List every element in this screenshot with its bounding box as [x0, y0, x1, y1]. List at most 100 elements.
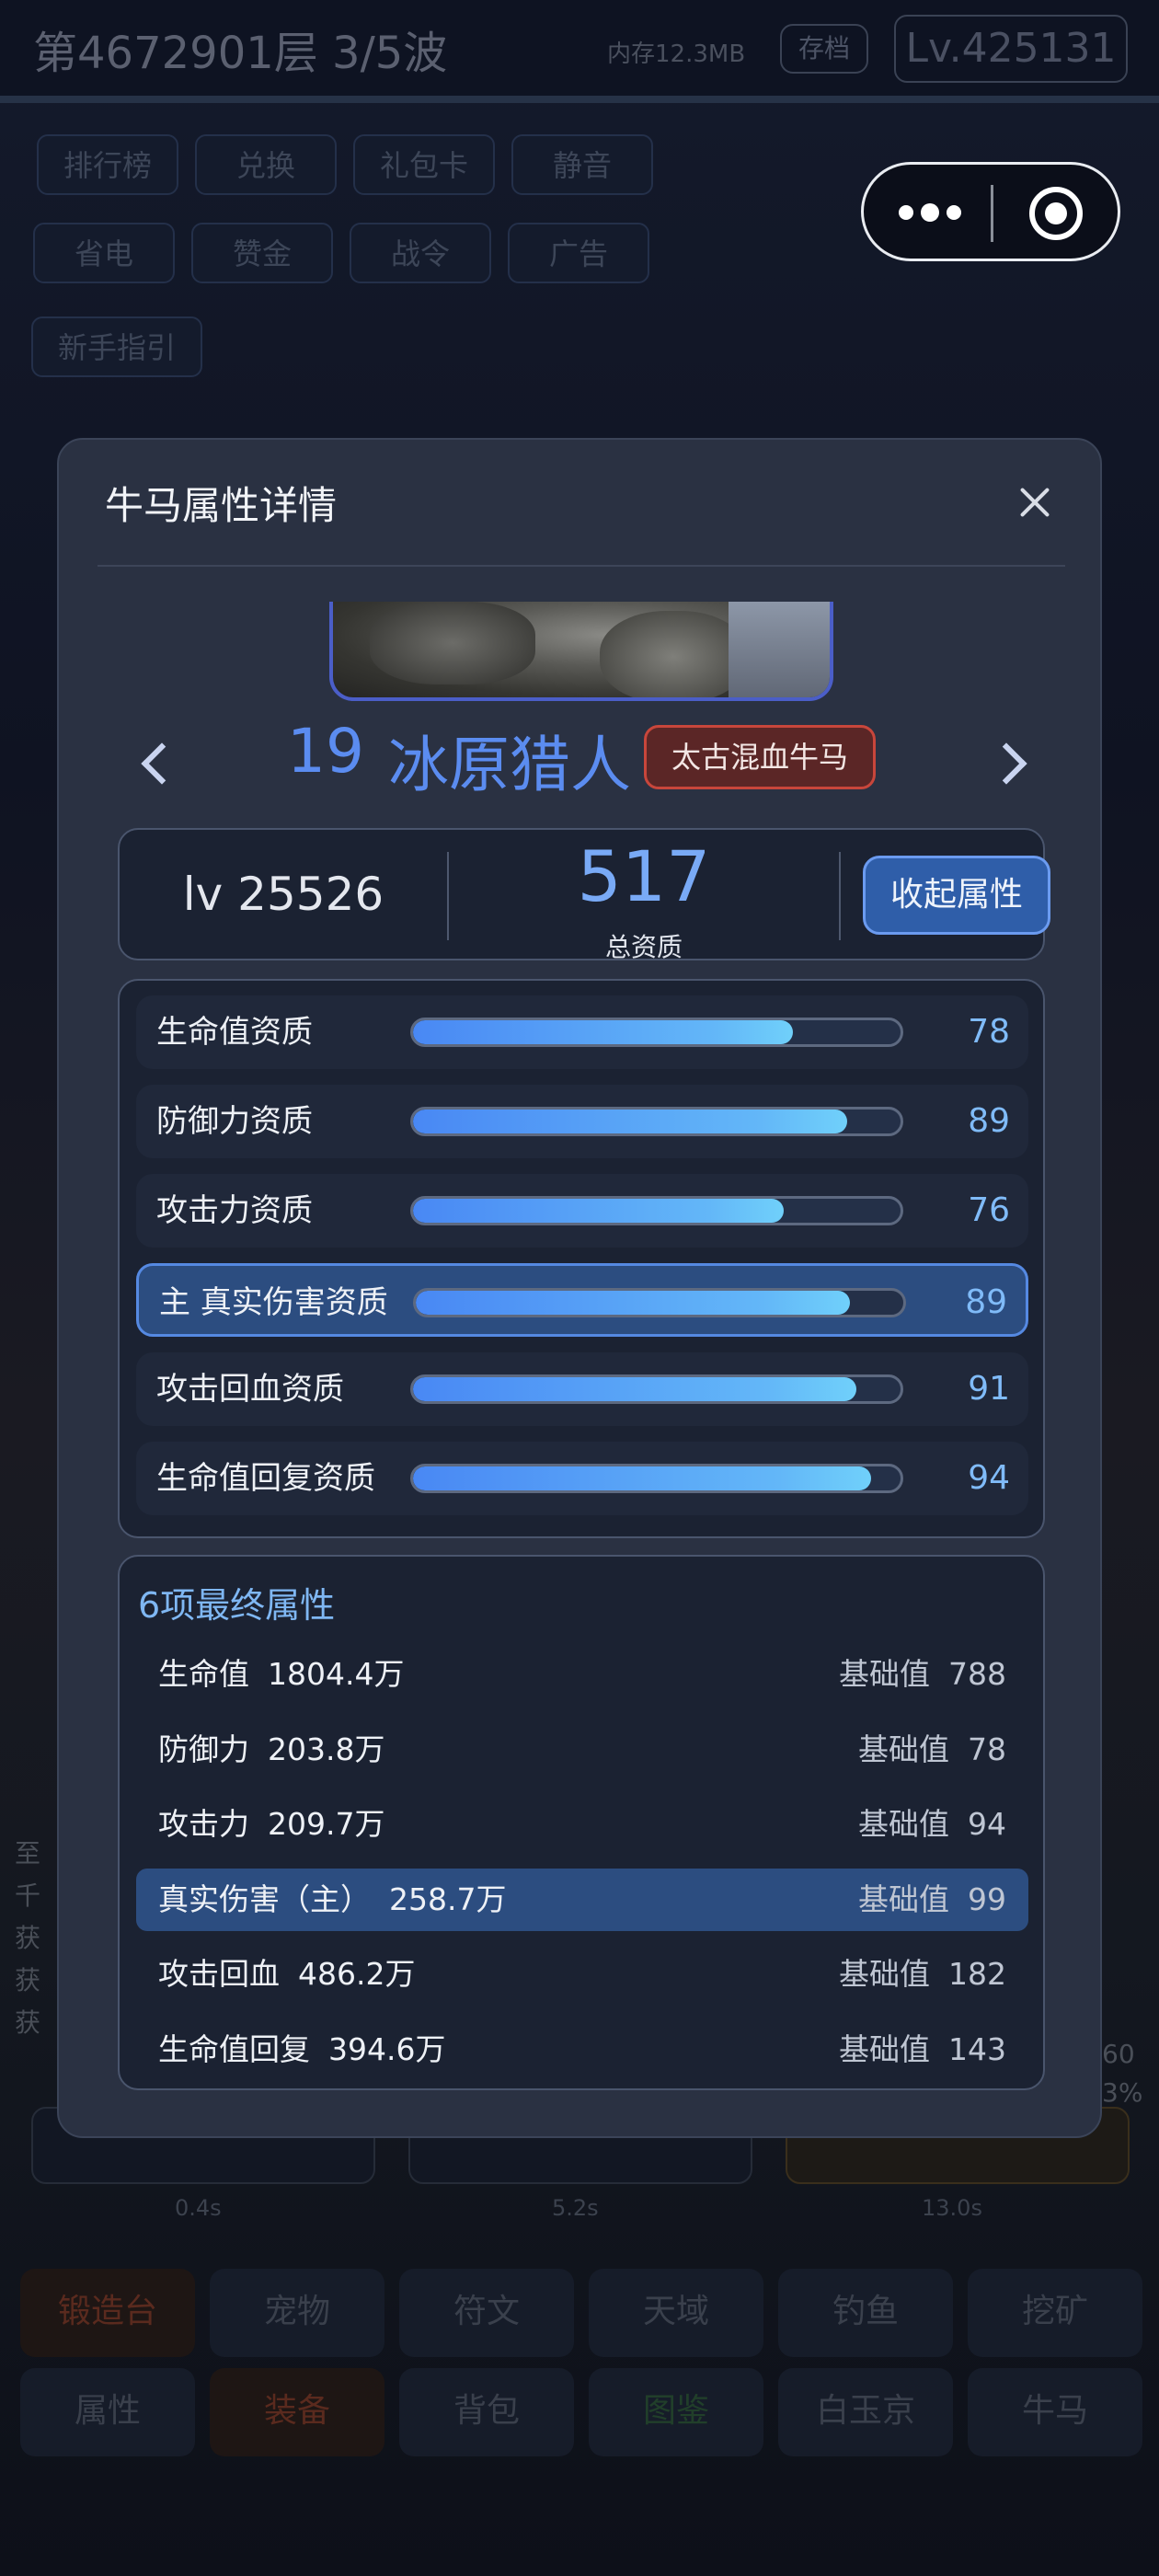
aptitude-label: 攻击力资质 [156, 1192, 313, 1229]
final-attribute-value: 209.7万 [268, 1806, 385, 1842]
final-attributes-panel: 6项最终属性 生命值 1804.4万 基础值 788 防御力 203.8万 基础值 78 攻击力… [118, 1555, 1045, 2090]
attribute-nav-button[interactable]: 属性 [20, 2368, 195, 2456]
codex-nav-button[interactable]: 图鉴 [589, 2368, 763, 2456]
mining-button[interactable]: 挖矿 [968, 2269, 1142, 2357]
summary-divider [839, 852, 841, 940]
side-text-line: 获 [15, 1923, 41, 1953]
base-value: 143 [948, 2030, 1006, 2067]
hero-name: 冰原猎人 [388, 730, 631, 800]
equipment-nav-button[interactable]: 装备 [210, 2368, 384, 2456]
memory-text: 内存12.3MB [607, 40, 746, 68]
aptitude-row: 攻击力资质 76 [136, 1174, 1028, 1248]
close-icon[interactable] [1012, 478, 1060, 526]
aptitude-label: 攻击回血资质 [156, 1371, 344, 1408]
player-level: Lv.425131 [894, 15, 1128, 83]
final-attribute-value: 203.8万 [268, 1731, 385, 1767]
aptitude-value: 91 [968, 1370, 1010, 1408]
final-attribute-left: 生命值回复 394.6万 [158, 2018, 445, 2081]
guide-button[interactable]: 新手指引 [31, 316, 202, 377]
final-attribute-row: 攻击力 209.7万 基础值 94 [136, 1793, 1028, 1856]
final-attribute-base: 基础值 788 [839, 1643, 1006, 1706]
save-button[interactable]: 存档 [780, 24, 868, 74]
base-value: 788 [948, 1656, 1006, 1692]
side-text: 至 千 获 获 获 [15, 1833, 40, 2044]
power-save-button[interactable]: 省电 [33, 223, 175, 283]
fishing-button[interactable]: 钓鱼 [778, 2269, 953, 2357]
base-value: 182 [948, 1956, 1006, 1992]
baiyujing-nav-button[interactable]: 白玉京 [778, 2368, 953, 2456]
final-attribute-base: 基础值 99 [858, 1869, 1006, 1931]
hero-number: 19 [287, 716, 364, 787]
aptitude-value: 76 [968, 1191, 1010, 1229]
next-hero-chevron-icon[interactable] [990, 732, 1027, 797]
ranking-button[interactable]: 排行榜 [37, 134, 178, 195]
target-circle-icon[interactable] [1029, 187, 1083, 240]
final-attribute-row: 生命值回复 394.6万 基础值 143 [136, 2018, 1028, 2081]
aptitude-bar-fill [413, 1199, 784, 1223]
collapse-attributes-button[interactable]: 收起属性 [863, 856, 1050, 935]
base-value: 78 [968, 1731, 1006, 1767]
base-value-label: 基础值 [858, 1806, 949, 1842]
aptitude-bar [410, 1107, 903, 1136]
aptitude-bar-fill [413, 1020, 794, 1044]
final-attribute-base: 基础值 78 [858, 1719, 1006, 1781]
rune-button[interactable]: 符文 [399, 2269, 574, 2357]
final-attribute-name: 防御力 [158, 1731, 249, 1767]
aptitude-value: 78 [968, 1013, 1010, 1051]
aptitude-row: 生命值资质 78 [136, 995, 1028, 1069]
title-divider [98, 565, 1065, 567]
final-attribute-name: 生命值回复 [158, 2030, 310, 2067]
aptitude-bar [410, 1196, 903, 1225]
final-attribute-left: 生命值 1804.4万 [158, 1643, 404, 1706]
side-text-line: 千 [15, 1880, 41, 1911]
ad-button[interactable]: 广告 [508, 223, 649, 283]
final-attribute-row: 真实伤害（主） 258.7万 基础值 99 [136, 1868, 1028, 1931]
pet-button[interactable]: 宠物 [210, 2269, 384, 2357]
side-text-line: 至 [15, 1838, 41, 1869]
final-attribute-base: 基础值 182 [839, 1943, 1006, 2006]
summary-divider [447, 852, 449, 940]
aptitude-label: 生命值资质 [156, 1014, 313, 1051]
final-attribute-value: 258.7万 [389, 1880, 507, 1917]
prev-hero-chevron-icon[interactable] [136, 732, 173, 797]
battle-pass-button[interactable]: 战令 [350, 223, 491, 283]
exchange-button[interactable]: 兑换 [195, 134, 337, 195]
hero-level: lv 25526 [182, 868, 384, 921]
aptitude-bar-fill [413, 1377, 857, 1401]
base-value-label: 基础值 [839, 1956, 930, 1992]
aptitude-bar-fill [416, 1291, 850, 1315]
final-attribute-value: 394.6万 [328, 2030, 446, 2067]
cooldown-label: 5.2s [552, 2195, 599, 2221]
aptitude-row: 攻击回血资质 91 [136, 1352, 1028, 1426]
final-attribute-name: 生命值 [158, 1656, 249, 1692]
side-text-line: 获 [15, 1965, 41, 1995]
aptitude-value: 89 [965, 1283, 1007, 1321]
bag-nav-button[interactable]: 背包 [399, 2368, 574, 2456]
aptitude-row: 主 真实伤害资质 89 [136, 1263, 1028, 1337]
attribute-detail-modal: 牛马属性详情 19 冰原猎人 太古混血牛马 lv 25526 517 总资质 收… [57, 438, 1102, 2138]
final-attribute-row: 攻击回血 486.2万 基础值 182 [136, 1943, 1028, 2006]
total-aptitude-value: 517 [577, 835, 711, 917]
aptitude-value: 89 [968, 1102, 1010, 1140]
capsule-divider [991, 185, 993, 242]
more-dots-icon[interactable] [899, 200, 972, 227]
forge-button[interactable]: 锻造台 [20, 2269, 195, 2357]
mute-button[interactable]: 静音 [511, 134, 653, 195]
final-attribute-value: 486.2万 [298, 1956, 416, 1992]
aptitude-bar-fill [413, 1110, 847, 1133]
gift-card-button[interactable]: 礼包卡 [353, 134, 495, 195]
niuma-nav-button[interactable]: 牛马 [968, 2368, 1142, 2456]
modal-title: 牛马属性详情 [105, 483, 338, 528]
aptitude-row: 防御力资质 89 [136, 1085, 1028, 1158]
final-attribute-left: 防御力 203.8万 [158, 1719, 384, 1781]
sky-domain-button[interactable]: 天域 [589, 2269, 763, 2357]
final-attributes-title: 6项最终属性 [138, 1585, 336, 1626]
aptitude-bar [410, 1018, 903, 1047]
sponsor-button[interactable]: 赞金 [191, 223, 333, 283]
final-attribute-name: 真实伤害（主） [158, 1880, 371, 1917]
aptitude-label: 生命值回复资质 [156, 1460, 375, 1497]
cooldown-label: 0.4s [175, 2195, 222, 2221]
aptitude-label: 主 真实伤害资质 [159, 1284, 388, 1321]
aptitude-row: 生命值回复资质 94 [136, 1442, 1028, 1515]
aptitude-bar [413, 1288, 906, 1317]
